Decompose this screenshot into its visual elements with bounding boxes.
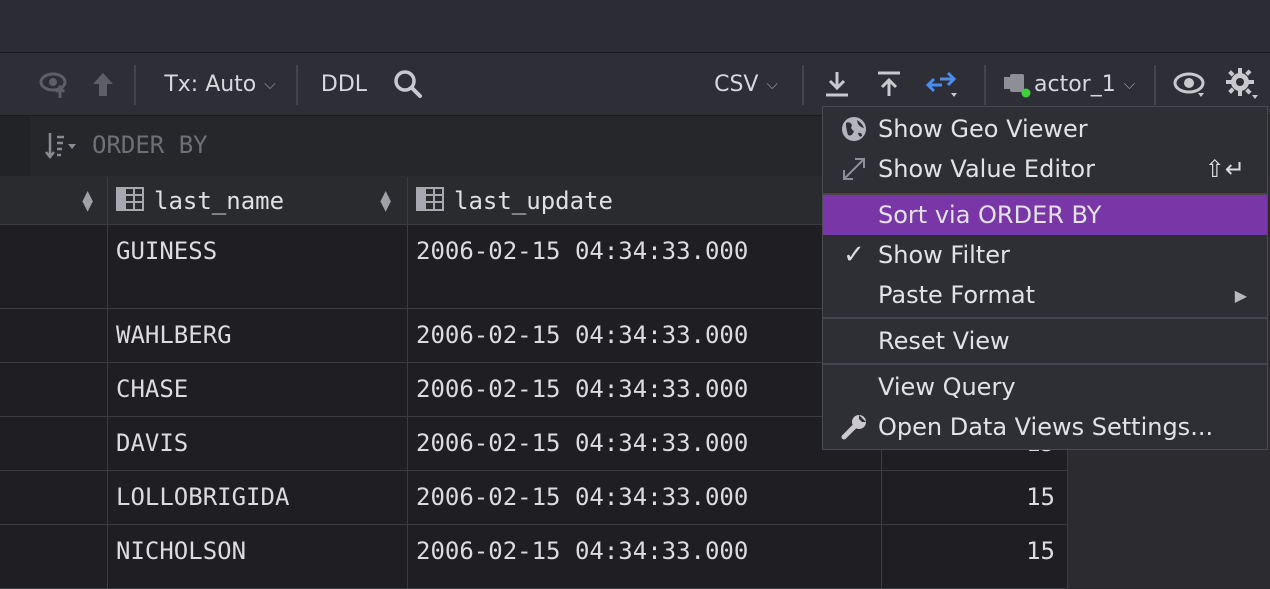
table-cell-prev[interactable]: [0, 225, 108, 309]
tx-mode-label: Tx: Auto: [164, 71, 257, 97]
table-cell-prev[interactable]: [0, 471, 108, 525]
toolbar-divider: [134, 65, 136, 105]
menu-item-label: Open Data Views Settings...: [878, 413, 1214, 441]
wrench-icon: [839, 412, 869, 442]
ddl-label: DDL: [320, 71, 368, 97]
table-cell-prev[interactable]: [0, 363, 108, 417]
table-cell-last-name[interactable]: LOLLOBRIGIDA: [108, 471, 408, 525]
connection-label: actor_1: [1034, 71, 1116, 97]
checkmark-icon: ✓: [843, 240, 865, 270]
database-connection-icon: [1000, 69, 1034, 99]
column-header-last-name[interactable]: last_name ▲ ▼: [108, 177, 408, 225]
table-cell-last-update[interactable]: 2006-02-15 04:34:33.000: [408, 363, 882, 417]
menu-item-label: Show Geo Viewer: [878, 115, 1088, 143]
table-cell-last-name[interactable]: GUINESS: [108, 225, 408, 309]
view-options-menu: Show Geo Viewer Show Value Editor ⇧↵ Sor…: [822, 106, 1268, 450]
menu-item-label: Sort via ORDER BY: [878, 201, 1102, 229]
table-cell-last-name[interactable]: DAVIS: [108, 417, 408, 471]
table-column-icon: [116, 186, 144, 215]
export-format-label: CSV: [714, 71, 759, 97]
column-name: last_name: [154, 186, 285, 215]
shortcut-label: ⇧↵: [1204, 155, 1245, 183]
menu-item-view-query[interactable]: View Query: [823, 367, 1267, 407]
submit-up-icon[interactable]: [86, 53, 120, 115]
menu-item-show-geo-viewer[interactable]: Show Geo Viewer: [823, 109, 1267, 149]
table-cell-prev[interactable]: [0, 525, 108, 589]
menu-item-paste-format[interactable]: Paste Format ▶: [823, 275, 1267, 315]
sort-icon[interactable]: [44, 130, 78, 162]
column-header-prev[interactable]: ▲ ▼: [0, 177, 108, 225]
table-cell-last-name[interactable]: WAHLBERG: [108, 309, 408, 363]
menu-item-show-filter[interactable]: ✓ Show Filter: [823, 235, 1267, 275]
export-format-dropdown[interactable]: CSV ⌵: [708, 53, 784, 115]
column-name: last_update: [454, 186, 613, 215]
sort-toggle-icon[interactable]: ▲ ▼: [380, 189, 391, 213]
submenu-arrow-icon: ▶: [1234, 285, 1247, 305]
menu-item-label: Paste Format: [878, 281, 1035, 309]
expand-icon: [839, 154, 869, 184]
table-cell-last-update[interactable]: 2006-02-15 04:34:33.000: [408, 225, 882, 309]
window-top-bar: [0, 0, 1270, 53]
menu-item-open-data-views-settings[interactable]: Open Data Views Settings...: [823, 407, 1267, 447]
menu-item-sort-via-order-by[interactable]: Sort via ORDER BY: [823, 195, 1267, 235]
ddl-button[interactable]: DDL: [318, 53, 370, 115]
sort-toggle-icon[interactable]: ▲ ▼: [82, 189, 93, 213]
gutter: [0, 116, 30, 176]
menu-item-label: Reset View: [878, 327, 1010, 355]
table-cell-last-name[interactable]: NICHOLSON: [108, 525, 408, 589]
toolbar-divider: [984, 65, 986, 105]
table-cell-prev[interactable]: [0, 309, 108, 363]
toolbar-divider: [296, 65, 298, 105]
table-cell-last-update[interactable]: 2006-02-15 04:34:33.000: [408, 417, 882, 471]
menu-separator: [823, 317, 1267, 319]
menu-item-show-value-editor[interactable]: Show Value Editor ⇧↵: [823, 149, 1267, 189]
order-by-input[interactable]: ORDER BY: [92, 131, 208, 159]
column-header-last-update[interactable]: last_update: [408, 177, 882, 225]
chevron-down-icon: ⌵: [1123, 75, 1136, 93]
show-changes-icon[interactable]: [34, 53, 74, 115]
menu-item-reset-view[interactable]: Reset View: [823, 321, 1267, 361]
menu-item-label: Show Filter: [878, 241, 1010, 269]
table-cell-last-name[interactable]: CHASE: [108, 363, 408, 417]
table-cell-extra[interactable]: 15: [882, 525, 1068, 589]
table-cell-last-update[interactable]: 2006-02-15 04:34:33.000: [408, 471, 882, 525]
chevron-down-icon: ⌵: [264, 75, 276, 93]
table-cell-extra[interactable]: 15: [882, 471, 1068, 525]
menu-item-label: Show Value Editor: [878, 155, 1095, 183]
chevron-down-icon: ⌵: [766, 75, 778, 93]
table-column-icon: [416, 186, 444, 215]
transaction-mode-dropdown[interactable]: Tx: Auto ⌵: [164, 53, 276, 115]
toolbar-divider: [1154, 65, 1156, 105]
table-cell-last-update[interactable]: 2006-02-15 04:34:33.000: [408, 525, 882, 589]
table-cell-last-update[interactable]: 2006-02-15 04:34:33.000: [408, 309, 882, 363]
menu-separator: [823, 363, 1267, 365]
toolbar-divider: [802, 65, 804, 105]
menu-item-label: View Query: [878, 373, 1016, 401]
globe-icon: [839, 114, 869, 144]
table-cell-prev[interactable]: [0, 417, 108, 471]
search-icon[interactable]: [388, 53, 428, 115]
